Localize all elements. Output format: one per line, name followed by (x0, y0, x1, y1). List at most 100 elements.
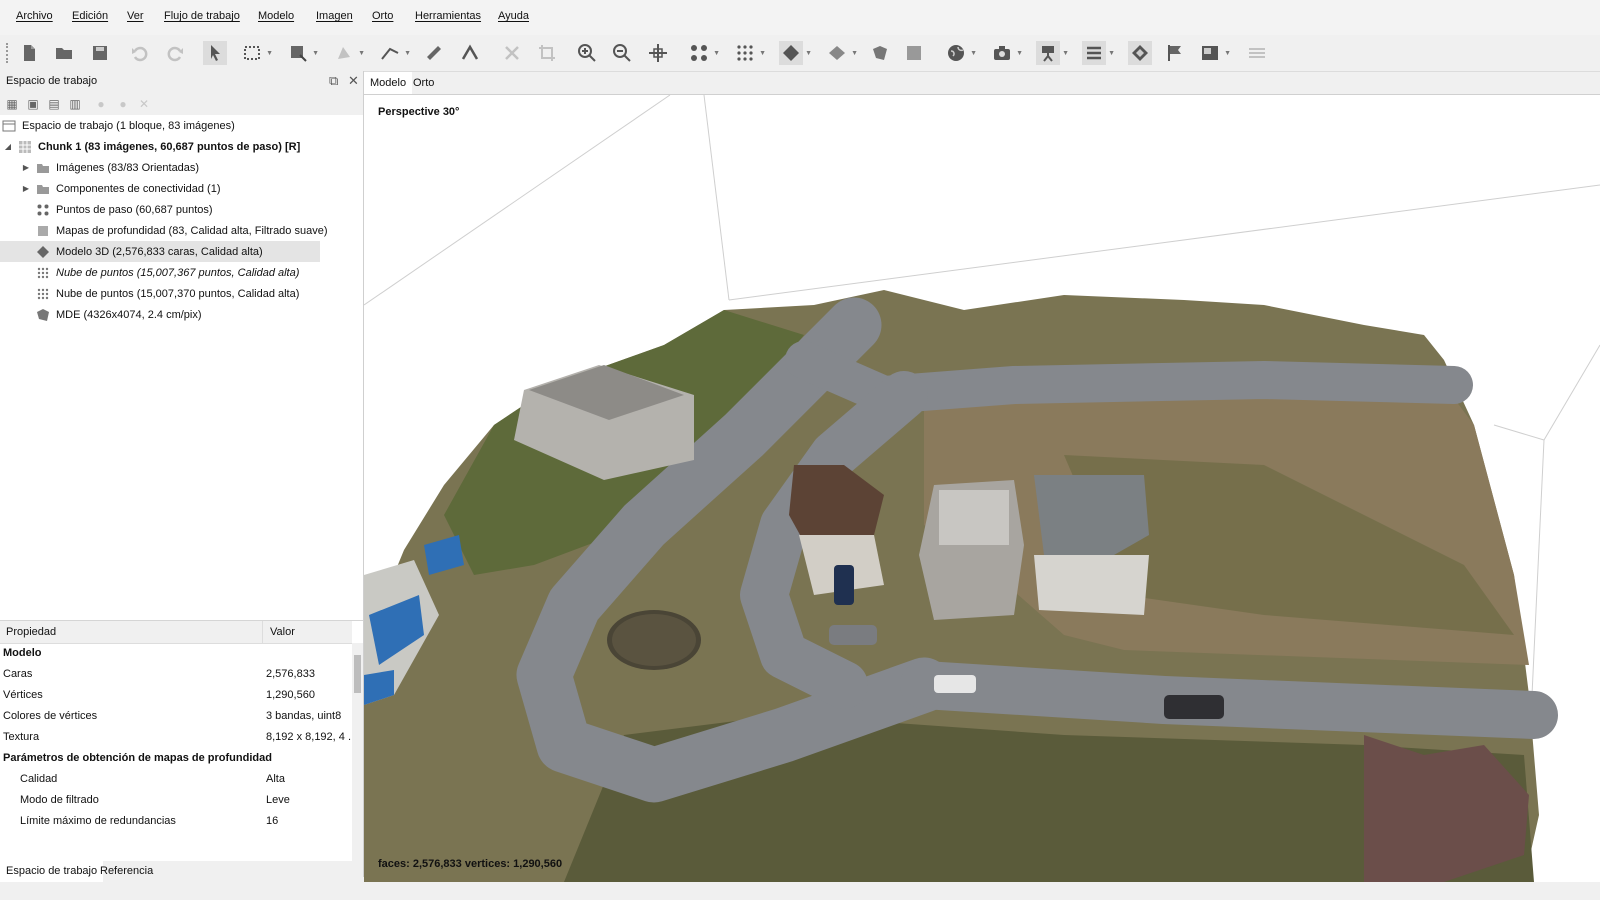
expand-arrow-icon[interactable]: ▶ (20, 184, 32, 193)
tab-referencia[interactable]: Referencia (94, 861, 159, 882)
roundabout-center (612, 614, 696, 666)
value-column-header[interactable]: Valor (270, 626, 295, 638)
model-viewport[interactable]: Perspective 30° faces: 2,576,833 vertice… (364, 95, 1600, 882)
tree-item-depth-maps[interactable]: Mapas de profundidad (83, Calidad alta, … (36, 220, 328, 241)
remove-icon[interactable]: ✕ (136, 96, 152, 112)
add-chunk-icon[interactable]: ▦ (4, 96, 20, 112)
flag-icon[interactable] (1163, 41, 1187, 65)
tree-item-point-cloud-1[interactable]: Nube de puntos (15,007,367 puntos, Calid… (36, 262, 299, 283)
shape-icon[interactable] (1128, 41, 1152, 65)
add-photos-icon[interactable]: ▣ (25, 96, 41, 112)
property-row[interactable]: Límite máximo de redundancias 16 (0, 811, 350, 832)
tree-item-tie-points[interactable]: Puntos de paso (60,687 puntos) (36, 199, 213, 220)
properties-header: Propiedad Valor (0, 621, 352, 644)
tree-item-chunk[interactable]: ◢ Chunk 1 (83 imágenes, 60,687 puntos de… (2, 136, 300, 157)
tree-item-workspace[interactable]: Espacio de trabajo (1 bloque, 83 imágene… (2, 115, 235, 136)
property-row[interactable]: Calidad Alta (0, 769, 350, 790)
save-icon[interactable] (88, 41, 112, 65)
open-folder-icon[interactable] (52, 41, 76, 65)
ortho-icon[interactable] (902, 41, 926, 65)
tiled-model-icon[interactable]: ▼ (825, 41, 858, 65)
draw-shape-icon[interactable]: ▼ (332, 41, 365, 65)
zoom-in-icon[interactable] (575, 41, 599, 65)
property-row[interactable]: Vértices 1,290,560 (0, 685, 350, 706)
ruler-icon[interactable] (422, 41, 446, 65)
enable-icon[interactable]: ● (93, 96, 109, 112)
tree-item-point-cloud-2[interactable]: Nube de puntos (15,007,370 puntos, Calid… (36, 283, 299, 304)
new-file-icon[interactable] (17, 41, 41, 65)
menu-herramientas[interactable]: Herramientas (415, 10, 481, 22)
menu-imagen[interactable]: Imagen (316, 10, 353, 22)
menu-flujo-de-trabajo[interactable]: Flujo de trabajo (164, 10, 240, 22)
undock-icon[interactable]: ⧉ (329, 73, 338, 89)
resize-region-icon[interactable]: ▼ (286, 41, 319, 65)
workspace-panel-header: Espacio de trabajo ⧉ ✕ (0, 71, 363, 93)
tree-item-components[interactable]: ▶ Componentes de conectividad (1) (20, 178, 221, 199)
expand-arrow-icon[interactable]: ▶ (20, 163, 32, 172)
scrollbar-thumb[interactable] (354, 655, 361, 693)
menu-modelo[interactable]: Modelo (258, 10, 294, 22)
workspace-icon (2, 119, 16, 133)
point-cloud-icon (36, 287, 50, 301)
workspace-panel: Espacio de trabajo ⧉ ✕ ▦ ▣ ▤ ▥ ● ● ✕ Esp… (0, 71, 364, 878)
crop-icon[interactable] (535, 41, 559, 65)
menu-orto[interactable]: Orto (372, 10, 393, 22)
rectangle-selection-icon[interactable]: ▼ (240, 41, 273, 65)
measure-angle-icon[interactable] (458, 41, 482, 65)
tie-points-icon (36, 203, 50, 217)
camera-icon[interactable]: ▼ (990, 41, 1023, 65)
tree-item-label: Puntos de paso (60,687 puntos) (56, 203, 213, 216)
tie-points-icon[interactable]: ▼ (687, 41, 720, 65)
collapse-arrow-icon[interactable]: ◢ (2, 142, 14, 151)
property-column-header[interactable]: Propiedad (6, 626, 56, 638)
dense-cloud-icon[interactable]: ▼ (733, 41, 766, 65)
dem-icon[interactable] (868, 41, 892, 65)
menu-bar: Archivo Edición Ver Flujo de trabajo Mod… (0, 0, 1600, 35)
tree-item-model-3d[interactable]: Modelo 3D (2,576,833 caras, Calidad alta… (0, 241, 320, 262)
tab-modelo[interactable]: Modelo (364, 72, 413, 94)
tree-item-images[interactable]: ▶ Imágenes (83/83 Orientadas) (20, 157, 199, 178)
tree-item-label: Mapas de profundidad (83, Calidad alta, … (56, 224, 328, 237)
property-row[interactable]: Textura 8,192 x 8,192, 4 ... (0, 727, 357, 748)
main-toolbar: ▼ ▼ ▼ ▼ ▼ ▼ ▼ ▼ ▼ ▼ ▼ ▼ ▼ (0, 35, 1600, 72)
tree-item-label: Chunk 1 (83 imágenes, 60,687 puntos de p… (38, 140, 301, 153)
globe-icon[interactable]: ▼ (944, 41, 977, 65)
property-row[interactable]: Modo de filtrado Leve (0, 790, 350, 811)
zoom-out-icon[interactable] (610, 41, 634, 65)
close-icon[interactable]: ✕ (348, 73, 359, 89)
properties-vertical-scrollbar[interactable] (352, 643, 363, 871)
tree-item-label: Nube de puntos (15,007,370 puntos, Calid… (56, 287, 300, 300)
tree-item-label: Modelo 3D (2,576,833 caras, Calidad alta… (56, 245, 263, 258)
property-row[interactable]: Caras 2,576,833 (0, 664, 350, 685)
image-icon[interactable]: ▼ (1198, 41, 1231, 65)
polyline-icon[interactable]: ▼ (378, 41, 411, 65)
tab-orto[interactable]: Orto (407, 72, 440, 94)
depth-maps-icon (36, 224, 50, 238)
disable-icon[interactable]: ● (115, 96, 131, 112)
tree-item-label: MDE (4326x4074, 2.4 cm/pix) (56, 308, 202, 321)
import-icon[interactable]: ▥ (67, 96, 83, 112)
navigation-arrow-icon[interactable] (203, 41, 227, 65)
property-section: Parámetros de obtención de mapas de prof… (3, 752, 272, 764)
tab-espacio-de-trabajo[interactable]: Espacio de trabajo (0, 861, 104, 882)
model-stats-label: faces: 2,576,833 vertices: 1,290,560 (378, 858, 563, 870)
menu-edicion[interactable]: Edición (72, 10, 108, 22)
redo-icon[interactable] (163, 41, 187, 65)
grid-icon[interactable] (1245, 41, 1269, 65)
menu-ver[interactable]: Ver (127, 10, 144, 22)
model-3d-render[interactable] (364, 95, 1600, 882)
add-folder-icon[interactable]: ▤ (46, 96, 62, 112)
menu-archivo[interactable]: Archivo (16, 10, 53, 22)
undo-icon[interactable] (128, 41, 152, 65)
menu-ayuda[interactable]: Ayuda (498, 10, 529, 22)
move-object-icon[interactable] (646, 41, 670, 65)
model-3d-icon (36, 245, 50, 259)
delete-icon[interactable] (500, 41, 524, 65)
tree-item-label: Nube de puntos (15,007,367 puntos, Calid… (56, 266, 300, 279)
model-icon[interactable]: ▼ (779, 41, 812, 65)
camera-tripod-icon[interactable]: ▼ (1036, 41, 1069, 65)
toolbar-grip[interactable] (6, 43, 11, 63)
tree-item-dem[interactable]: MDE (4326x4074, 2.4 cm/pix) (36, 304, 202, 325)
layers-icon[interactable]: ▼ (1082, 41, 1115, 65)
property-row[interactable]: Colores de vértices 3 bandas, uint8 (0, 706, 350, 727)
